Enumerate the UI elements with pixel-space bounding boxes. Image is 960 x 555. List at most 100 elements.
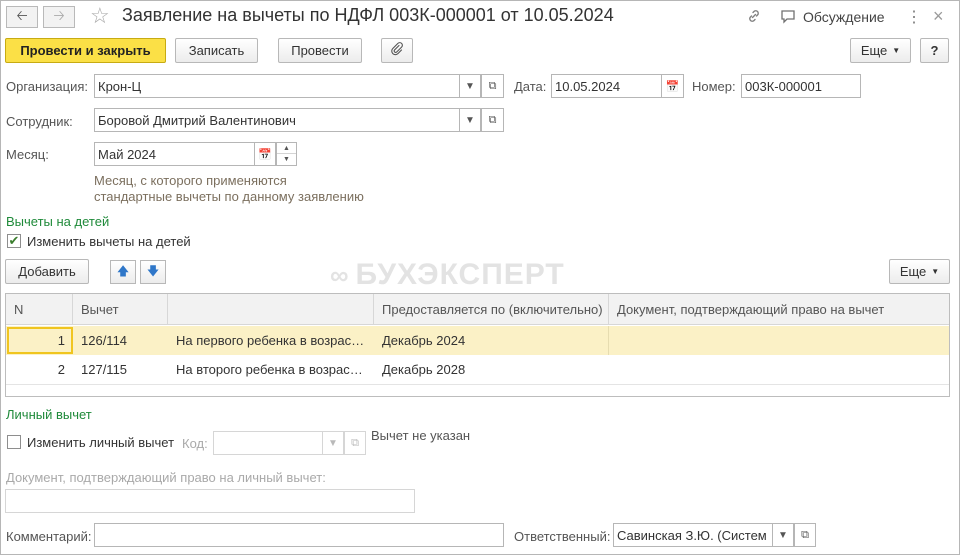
dropdown-arrow-icon: ▼ — [328, 437, 338, 449]
personal-doc-label: Документ, подтверждающий право на личный… — [6, 470, 326, 485]
responsible-dropdown-button[interactable]: ▼ — [772, 523, 794, 547]
row-number[interactable]: 2 — [6, 355, 73, 384]
row-document[interactable] — [609, 326, 949, 355]
month-label: Месяц: — [6, 147, 49, 162]
arrow-left-icon: 🡠 — [16, 7, 28, 23]
open-window-icon: ⧉ — [488, 113, 497, 126]
chat-icon[interactable] — [780, 8, 796, 28]
row-until[interactable]: Декабрь 2028 — [374, 355, 609, 384]
link-icon[interactable] — [746, 8, 762, 28]
dropdown-arrow-icon: ▼ — [892, 46, 901, 55]
personal-change-label[interactable]: Изменить личный вычет — [27, 435, 174, 450]
discussion-link[interactable]: Обсуждение — [803, 9, 885, 25]
paperclip-icon — [390, 42, 404, 59]
month-hint: Месяц, с которого применяются стандартны… — [94, 173, 364, 205]
table-row[interactable]: 2 127/115 На второго ребенка в возрас… Д… — [6, 355, 949, 384]
column-header-until[interactable]: Предоставляется по (включительно) — [374, 294, 609, 325]
row-description[interactable]: На первого ребенка в возрас… — [168, 326, 374, 355]
employee-open-button[interactable]: ⧉ — [481, 108, 504, 132]
month-stepper[interactable]: ▲ ▼ — [276, 142, 297, 166]
date-label: Дата: — [514, 79, 547, 94]
children-change-checkbox[interactable]: ✔ — [7, 233, 21, 248]
toolbar-more-label: Еще — [860, 43, 888, 58]
children-section-title: Вычеты на детей — [6, 214, 110, 229]
watermark-text: БУХЭКСПЕРТ — [355, 258, 565, 291]
number-label: Номер: — [692, 79, 736, 94]
personal-section-title: Личный вычет — [6, 407, 92, 422]
column-header-deduction[interactable]: Вычет — [73, 294, 168, 325]
month-hint-line2: стандартные вычеты по данному заявлению — [94, 189, 364, 204]
toolbar-more-button[interactable]: Еще ▼ — [850, 38, 911, 63]
row-deduction-code[interactable]: 126/114 — [73, 326, 168, 355]
add-child-deduction-button[interactable]: Добавить — [5, 259, 89, 284]
employee-label: Сотрудник: — [6, 114, 73, 129]
dropdown-arrow-icon: ▼ — [465, 114, 475, 126]
post-and-close-button[interactable]: Провести и закрыть — [5, 38, 166, 63]
responsible-label: Ответственный: — [514, 529, 611, 544]
row-until[interactable]: Декабрь 2024 — [374, 326, 609, 355]
help-button[interactable]: ? — [920, 38, 949, 63]
row-document[interactable] — [609, 355, 949, 384]
row-number[interactable]: 1 — [6, 326, 73, 355]
stepper-down-icon[interactable]: ▼ — [277, 154, 296, 165]
table-row[interactable]: 1 126/114 На первого ребенка в возрас… Д… — [6, 326, 949, 355]
dropdown-arrow-icon: ▼ — [778, 529, 788, 541]
personal-change-checkbox[interactable] — [7, 435, 21, 449]
employee-field[interactable]: Боровой Дмитрий Валентинович — [94, 108, 460, 132]
children-change-label[interactable]: Изменить вычеты на детей — [27, 234, 191, 249]
month-hint-line1: Месяц, с которого применяются — [94, 173, 287, 188]
month-calendar-button[interactable]: 📅 — [254, 142, 276, 166]
calendar-icon: 📅 — [665, 80, 680, 93]
column-header-n[interactable]: N — [6, 294, 73, 325]
column-header-document[interactable]: Документ, подтверждающий право на вычет — [609, 294, 949, 325]
open-window-icon: ⧉ — [351, 436, 359, 449]
row-description[interactable]: На второго ребенка в возрас… — [168, 355, 374, 384]
page-title: Заявление на вычеты по НДФЛ 003К-000001 … — [122, 5, 614, 25]
watermark-logo-icon: ∞ — [330, 260, 350, 290]
personal-code-field[interactable] — [213, 431, 323, 455]
open-window-icon: ⧉ — [801, 528, 809, 541]
organization-open-button[interactable]: ⧉ — [481, 74, 504, 98]
more-vertical-icon[interactable]: ⋮ — [906, 7, 922, 27]
table-more-button[interactable]: Еще ▼ — [889, 259, 950, 284]
row-divider — [6, 384, 949, 385]
checkmark-icon: ✔ — [8, 233, 20, 248]
date-field[interactable]: 10.05.2024 — [551, 74, 662, 98]
dropdown-arrow-icon: ▼ — [931, 267, 940, 276]
organization-dropdown-button[interactable]: ▼ — [459, 74, 481, 98]
comment-field[interactable] — [94, 523, 504, 547]
calendar-icon: 📅 — [258, 148, 272, 161]
organization-label: Организация: — [6, 79, 89, 94]
close-icon[interactable]: × — [933, 6, 944, 27]
column-header-description[interactable] — [168, 294, 374, 325]
comment-label: Комментарий: — [6, 529, 92, 544]
table-header: N Вычет Предоставляется по (включительно… — [6, 294, 949, 325]
forward-button[interactable]: 🡢 — [43, 6, 75, 28]
organization-field[interactable]: Крон-Ц — [94, 74, 460, 98]
number-field[interactable]: 003К-000001 — [741, 74, 861, 98]
date-calendar-button[interactable]: 📅 — [661, 74, 684, 98]
open-window-icon: ⧉ — [488, 79, 497, 92]
employee-dropdown-button[interactable]: ▼ — [459, 108, 481, 132]
favorite-star-icon[interactable]: ☆ — [90, 3, 110, 29]
code-open-button[interactable]: ⧉ — [344, 431, 366, 455]
save-button[interactable]: Записать — [175, 38, 258, 63]
arrow-up-icon: 🡅 — [116, 263, 130, 278]
watermark-logo: ∞ БУХЭКСПЕРТ — [330, 258, 565, 292]
post-button[interactable]: Провести — [278, 38, 362, 63]
move-up-button[interactable]: 🡅 — [110, 260, 136, 284]
personal-doc-field[interactable] — [5, 489, 415, 513]
attach-button[interactable] — [381, 38, 413, 63]
stepper-up-icon[interactable]: ▲ — [277, 143, 296, 154]
code-label: Код: — [182, 436, 208, 451]
move-down-button[interactable]: 🡇 — [140, 260, 166, 284]
row-deduction-code[interactable]: 127/115 — [73, 355, 168, 384]
table-more-label: Еще — [899, 264, 927, 279]
responsible-field[interactable]: Савинская З.Ю. (Систем — [613, 523, 773, 547]
children-deductions-table: N Вычет Предоставляется по (включительно… — [5, 293, 950, 397]
code-dropdown-button[interactable]: ▼ — [322, 431, 344, 455]
month-field[interactable]: Май 2024 — [94, 142, 255, 166]
responsible-open-button[interactable]: ⧉ — [794, 523, 816, 547]
arrow-down-icon: 🡇 — [146, 263, 160, 278]
back-button[interactable]: 🡠 — [6, 6, 38, 28]
